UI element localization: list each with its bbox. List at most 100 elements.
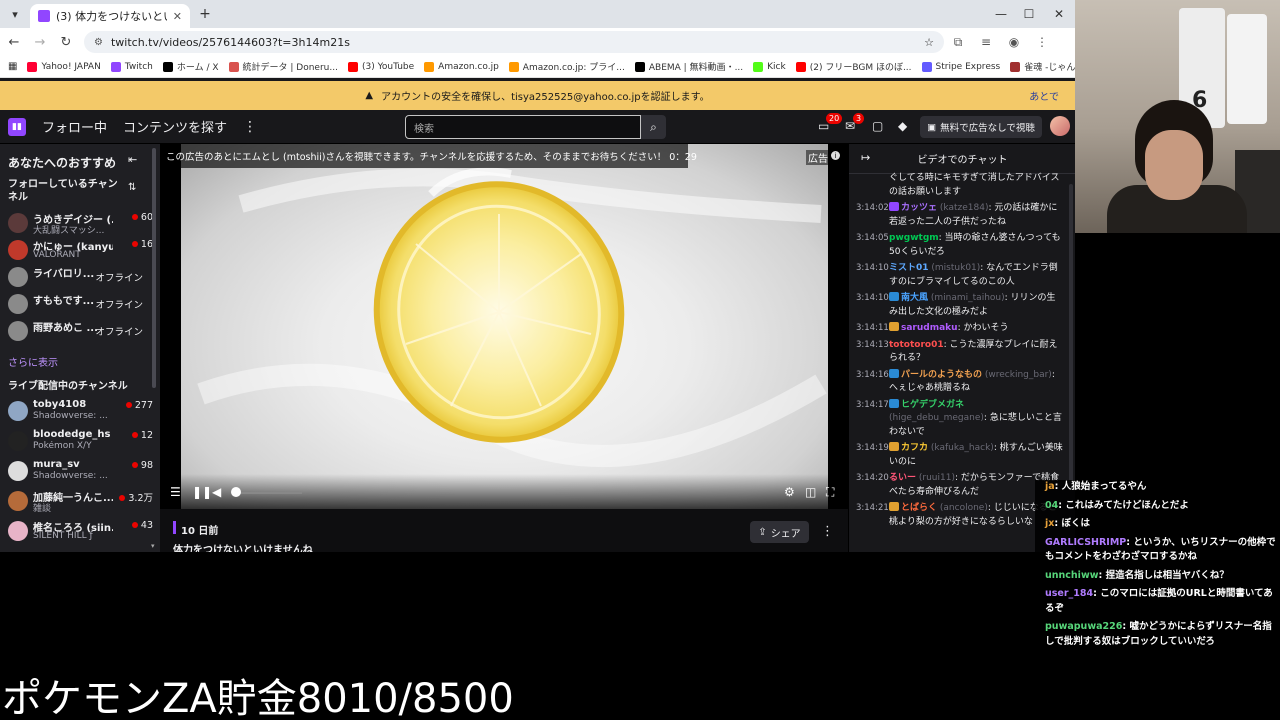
sidebar-channel[interactable]: 加藤純一うんこ... 雑談 3.2万 bbox=[8, 488, 153, 514]
chat-username[interactable]: るいー bbox=[889, 473, 916, 483]
adfree-button[interactable]: ▣ 無料で広告なしで視聴 bbox=[920, 116, 1042, 138]
sort-icon[interactable]: ⇅ bbox=[128, 182, 136, 193]
sidebar-scrollbar[interactable]: ▾ bbox=[151, 148, 157, 548]
settings-gear-icon[interactable]: ⚙ bbox=[784, 485, 795, 499]
video-player[interactable]: この広告のあとにエムとし (mtoshii)さんを視聴できます。チャンネルを応援… bbox=[160, 144, 848, 509]
offline-label: オフライン bbox=[95, 273, 143, 284]
chat-username[interactable]: pwgwtgm bbox=[889, 233, 939, 243]
chat-username[interactable]: とばらく bbox=[901, 503, 937, 513]
overlay-chat-text: : ぼくは bbox=[1054, 518, 1090, 529]
chat-username[interactable]: tototoro01 bbox=[889, 340, 944, 350]
chapters-icon[interactable]: ☰ bbox=[170, 485, 181, 499]
bookmark-item[interactable]: Kick bbox=[753, 61, 786, 72]
tab-title: (3) 体力をつけないといけませんね bbox=[56, 10, 167, 23]
channel-avatar bbox=[8, 321, 28, 341]
volume-icon[interactable]: ◀ bbox=[212, 485, 221, 499]
chat-username[interactable]: パールのようなもの bbox=[901, 370, 982, 380]
sidebar-title: あなたへのおすすめ bbox=[8, 156, 117, 170]
chat-username[interactable]: 南大風 bbox=[901, 293, 928, 303]
sidebar-channel[interactable]: 椎名ころろ (siin...SILENT HILL ƒ43 bbox=[8, 518, 153, 544]
chat-username[interactable]: ミスト01 bbox=[889, 263, 929, 273]
extensions-icon[interactable]: ⧉ bbox=[944, 35, 972, 50]
new-tab-icon[interactable]: + bbox=[194, 3, 216, 25]
maximize-icon[interactable]: ☐ bbox=[1013, 0, 1045, 28]
sidebar-channel[interactable]: すももです... オフライン bbox=[8, 291, 153, 317]
verify-notice-bar: ▲ アカウントの安全を確保し、tisya252525@yahoo.co.jpを認… bbox=[0, 81, 1075, 110]
profile-icon[interactable]: ◉ bbox=[1000, 35, 1028, 49]
bookmark-item[interactable]: Amazon.co.jp bbox=[424, 61, 499, 72]
bookmark-item[interactable]: Yahoo! JAPAN bbox=[27, 61, 101, 72]
chat-username[interactable]: カフカ bbox=[901, 443, 928, 453]
bookmark-item[interactable]: ABEMA | 無料動画・... bbox=[634, 60, 743, 73]
share-button[interactable]: ⇪ シェア bbox=[750, 521, 809, 543]
notice-later-link[interactable]: あとで bbox=[1029, 88, 1059, 103]
sidebar-channel[interactable]: toby4108 Shadowverse: ... 277 bbox=[8, 398, 153, 424]
collapse-sidebar-icon[interactable]: ⇤ bbox=[128, 153, 137, 166]
menu-dots-icon[interactable]: ⋮ bbox=[1028, 35, 1056, 49]
fullscreen-icon[interactable]: ⛶ bbox=[826, 485, 834, 500]
bookmark-item[interactable]: (3) YouTube bbox=[347, 61, 414, 72]
url-field[interactable]: ⚙ twitch.tv/videos/2576144603?t=3h14m21s… bbox=[84, 31, 944, 53]
inbox-icon[interactable]: ✉ 3 bbox=[845, 113, 865, 133]
chat-username[interactable]: sarudmaku bbox=[901, 323, 958, 333]
bookmark-favicon-icon bbox=[634, 61, 645, 72]
sidebar-channel[interactable]: うめきデイジー (...大乱闘スマッシ...60 bbox=[8, 210, 153, 236]
ad-info-icon[interactable]: i bbox=[831, 151, 840, 160]
ad-video-frame[interactable] bbox=[181, 144, 828, 509]
whispers-icon[interactable]: ▢ bbox=[872, 119, 883, 133]
media-icon[interactable]: ≡ bbox=[972, 35, 1000, 49]
notifications-icon[interactable]: ▭ 20 bbox=[818, 113, 843, 133]
bookmark-label: Twitch bbox=[124, 61, 153, 72]
chat-username[interactable]: カッツェ bbox=[901, 203, 937, 213]
chat-username[interactable]: ヒゲデブメガネ bbox=[901, 400, 964, 410]
reload-icon[interactable]: ↻ bbox=[54, 30, 78, 54]
nav-browse[interactable]: コンテンツを探す bbox=[123, 117, 227, 136]
bookmark-label: Yahoo! JAPAN bbox=[41, 61, 101, 72]
video-more-icon[interactable]: ⋮ bbox=[821, 524, 834, 539]
search-input[interactable]: 検索 bbox=[405, 115, 641, 139]
channel-game: 雑談 bbox=[33, 504, 52, 514]
volume-slider[interactable] bbox=[234, 492, 302, 494]
bookmark-item[interactable]: ホーム / X bbox=[162, 60, 219, 73]
bookmark-item[interactable]: Twitch bbox=[110, 61, 153, 72]
sidebar-channel[interactable]: 雨野あめこ ... オフライン bbox=[8, 318, 153, 344]
bookmark-item[interactable]: (2) フリーBGM ほのぼ... bbox=[795, 60, 912, 73]
bookmark-item[interactable]: 雀魂 -じゃんたま- | 麻... bbox=[1010, 60, 1075, 73]
window-close-icon[interactable]: ✕ bbox=[1043, 0, 1075, 28]
streamer-face bbox=[1145, 130, 1203, 200]
back-icon[interactable]: ← bbox=[2, 30, 26, 54]
bookmark-item[interactable]: Amazon.co.jp: プライ... bbox=[508, 60, 625, 73]
show-more-link[interactable]: さらに表示 bbox=[8, 354, 58, 369]
pause-icon[interactable]: ❚❚ bbox=[192, 485, 212, 499]
chat-timestamp: 3:14:10 bbox=[856, 263, 889, 273]
bits-icon[interactable]: ◆ bbox=[898, 119, 907, 133]
apps-grid-icon[interactable]: ▦ bbox=[8, 61, 17, 72]
theatre-mode-icon[interactable]: ◫ bbox=[805, 485, 816, 499]
bookmark-item[interactable]: Stripe Express bbox=[921, 61, 1000, 72]
date-accent-bar bbox=[173, 521, 176, 534]
tab-active[interactable]: (3) 体力をつけないといけませんね ✕ bbox=[30, 4, 190, 28]
tab-close-icon[interactable]: ✕ bbox=[173, 10, 182, 23]
chat-scrollbar[interactable] bbox=[1069, 184, 1073, 484]
site-info-icon[interactable]: ⚙ bbox=[94, 37, 103, 48]
nav-more-icon[interactable]: ⋮ bbox=[243, 119, 257, 135]
sidebar-channel[interactable]: かにゅー (kanyu...VALORANT16 bbox=[8, 237, 153, 263]
bookmark-favicon-icon bbox=[921, 61, 932, 72]
ad-countdown-banner: この広告のあとにエムとし (mtoshii)さんを視聴できます。チャンネルを応援… bbox=[160, 144, 697, 168]
video-info-bar: 10 日前 体力をつけないといけませんね ⇪ シェア ⋮ bbox=[160, 509, 848, 552]
tab-search-chevron-icon[interactable]: ▾ bbox=[4, 3, 26, 25]
volume-knob[interactable] bbox=[231, 487, 241, 497]
browser-window: ▾ (3) 体力をつけないといけませんね ✕ + — ☐ ✕ ← → ↻ ⚙ t… bbox=[0, 0, 1075, 552]
bookmark-star-icon[interactable]: ☆ bbox=[924, 36, 934, 49]
search-icon[interactable]: ⌕ bbox=[641, 115, 666, 139]
chat-message: 3:14:05 pwgwtgm: 当時の爺さん婆さんつっても50くらいだろ bbox=[849, 232, 1067, 259]
sidebar-channel[interactable]: ライバロリ... オフライン bbox=[8, 264, 153, 290]
nav-following[interactable]: フォロー中 bbox=[42, 117, 107, 136]
twitch-logo-icon[interactable]: ▮▮ bbox=[8, 117, 26, 136]
bookmark-item[interactable]: 統計データ | Doneru... bbox=[228, 60, 338, 73]
collapse-chat-icon[interactable]: ↦ bbox=[861, 151, 870, 164]
sidebar-channel[interactable]: mura_sv Shadowverse: ... 98 bbox=[8, 458, 153, 484]
sidebar-channel[interactable]: bloodedge_hs Pokémon X/Y 12 bbox=[8, 428, 153, 454]
user-avatar[interactable] bbox=[1050, 116, 1070, 136]
forward-icon[interactable]: → bbox=[28, 30, 52, 54]
